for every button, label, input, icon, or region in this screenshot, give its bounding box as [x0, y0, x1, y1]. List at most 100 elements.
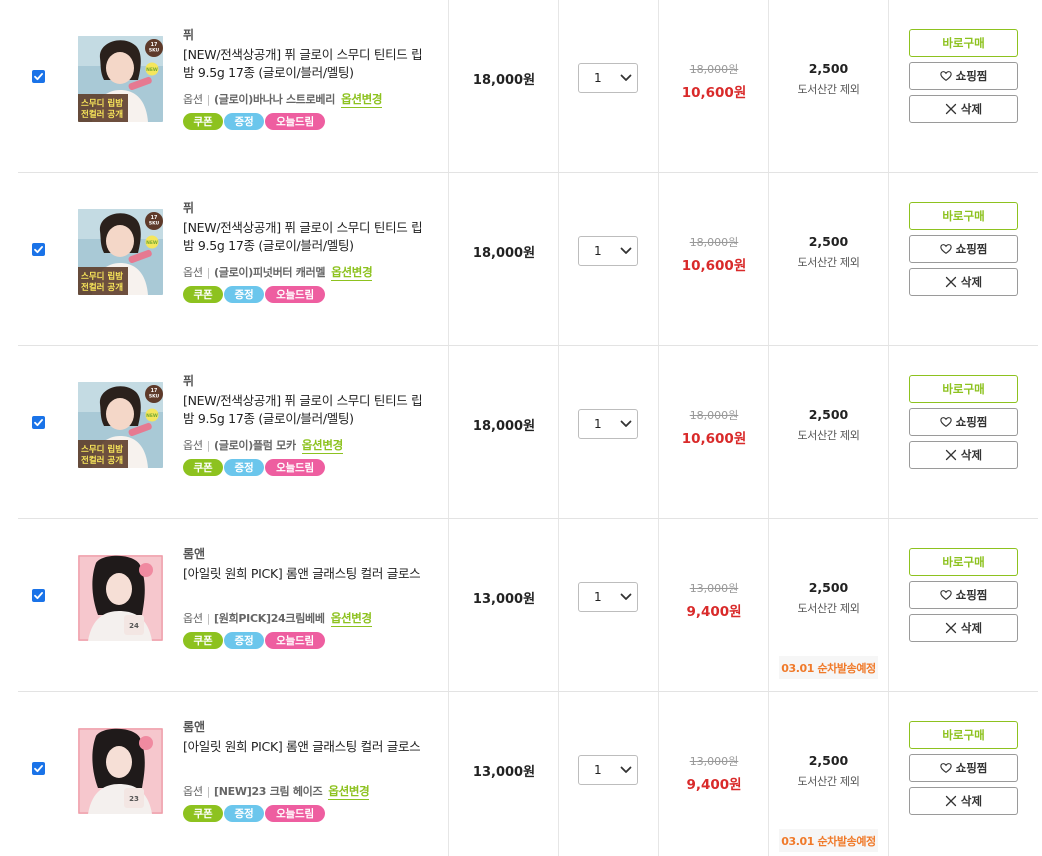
- buy-now-button[interactable]: 바로구매: [909, 721, 1018, 749]
- delete-button[interactable]: 삭제: [909, 268, 1018, 296]
- buy-now-button[interactable]: 바로구매: [909, 375, 1018, 403]
- product-name[interactable]: [아일릿 원희 PICK] 롬앤 글래스팅 컬러 글로스: [183, 565, 423, 583]
- shipping-note: 도서산간 제외: [797, 429, 860, 442]
- quantity-select[interactable]: 1: [578, 755, 638, 785]
- item-select-checkbox[interactable]: [32, 416, 45, 429]
- thumb-new-text: NEW: [146, 413, 158, 419]
- original-price: 18,000원: [689, 63, 739, 76]
- option-value: [NEW]23 크림 헤이즈: [214, 785, 323, 798]
- coupon-badge: 쿠폰: [183, 286, 223, 303]
- thumb-tag-text: 17: [151, 388, 158, 394]
- gift-badge: 증정: [224, 459, 264, 476]
- benefit-badges: 쿠폰 증정 오늘드림: [183, 632, 325, 649]
- checkmark-icon: [34, 246, 43, 254]
- wishlist-button[interactable]: 쇼핑찜: [909, 581, 1018, 609]
- chevron-down-icon: [620, 74, 632, 81]
- gift-badge: 증정: [224, 113, 264, 130]
- wishlist-button[interactable]: 쇼핑찜: [909, 408, 1018, 436]
- product-thumbnail[interactable]: 17 SKU NEW 스무디 립밤 전컬러 공개: [78, 209, 163, 295]
- quantity-select[interactable]: 1: [578, 409, 638, 439]
- quantity-select[interactable]: 1: [578, 236, 638, 266]
- final-price: 10,600원: [681, 258, 747, 274]
- wishlist-label: 쇼핑찜: [955, 69, 988, 83]
- product-thumbnail[interactable]: 17 SKU NEW 스무디 립밤 전컬러 공개: [78, 382, 163, 468]
- benefit-badges: 쿠폰 증정 오늘드림: [183, 113, 325, 130]
- item-select-checkbox[interactable]: [32, 70, 45, 83]
- thumb-new-text: NEW: [146, 67, 158, 73]
- option-value: (글로이)피넛버터 캐러멜: [214, 266, 326, 279]
- close-icon: [945, 103, 957, 115]
- brand-name[interactable]: 퓌: [183, 372, 194, 389]
- shipping-cell: 2,500 도서산간 제외: [769, 753, 888, 789]
- thumb-new-text: NEW: [146, 240, 158, 246]
- delete-button[interactable]: 삭제: [909, 441, 1018, 469]
- buy-now-button[interactable]: 바로구매: [909, 29, 1018, 57]
- item-select-checkbox[interactable]: [32, 243, 45, 256]
- sale-price-cell: 18,000원 10,600원: [659, 407, 769, 447]
- quantity-select[interactable]: 1: [578, 582, 638, 612]
- shipping-note: 도서산간 제외: [797, 602, 860, 615]
- product-thumbnail[interactable]: 23: [78, 728, 163, 814]
- brand-name[interactable]: 퓌: [183, 26, 194, 43]
- brand-name[interactable]: 롬앤: [183, 718, 205, 735]
- wishlist-label: 쇼핑찜: [955, 242, 988, 256]
- product-photo: 17 SKU NEW 스무디 립밤 전컬러 공개: [78, 36, 163, 122]
- unit-price: 18,000원: [472, 246, 536, 261]
- coupon-badge: 쿠폰: [183, 632, 223, 649]
- option-change-link[interactable]: 옵션변경: [328, 784, 370, 800]
- product-thumbnail[interactable]: 24: [78, 555, 163, 641]
- option-separator: |: [206, 266, 211, 279]
- product-name[interactable]: [NEW/전색상공개] 퓌 글로이 스무디 틴티드 립밤 9.5g 17종 (글…: [183, 46, 423, 82]
- item-select-checkbox[interactable]: [32, 589, 45, 602]
- item-select-checkbox[interactable]: [32, 762, 45, 775]
- thumb-tag-text: SKU: [149, 48, 160, 54]
- option-change-link[interactable]: 옵션변경: [341, 92, 382, 108]
- final-price: 10,600원: [681, 85, 747, 101]
- buy-now-label: 바로구매: [942, 209, 985, 223]
- shipping-fee: 2,500: [808, 61, 849, 76]
- wishlist-button[interactable]: 쇼핑찜: [909, 62, 1018, 90]
- delete-button[interactable]: 삭제: [909, 787, 1018, 815]
- option-separator: |: [206, 439, 211, 452]
- buy-now-button[interactable]: 바로구매: [909, 202, 1018, 230]
- product-name[interactable]: [NEW/전색상공개] 퓌 글로이 스무디 틴티드 립밤 9.5g 17종 (글…: [183, 392, 423, 428]
- brand-name[interactable]: 롬앤: [183, 545, 205, 562]
- delete-button[interactable]: 삭제: [909, 95, 1018, 123]
- original-price: 13,000원: [689, 582, 739, 595]
- option-change-link[interactable]: 옵션변경: [301, 438, 343, 454]
- wishlist-button[interactable]: 쇼핑찜: [909, 235, 1018, 263]
- buy-now-button[interactable]: 바로구매: [909, 548, 1018, 576]
- close-icon: [945, 622, 957, 634]
- brand-name[interactable]: 퓌: [183, 199, 194, 216]
- today-delivery-badge: 오늘드림: [265, 632, 325, 649]
- thumb-number: 23: [129, 795, 139, 803]
- delete-button[interactable]: 삭제: [909, 614, 1018, 642]
- unit-price: 18,000원: [472, 73, 536, 88]
- option-change-link[interactable]: 옵션변경: [330, 611, 372, 627]
- benefit-badges: 쿠폰 증정 오늘드림: [183, 805, 325, 822]
- delete-label: 삭제: [960, 448, 983, 462]
- option-line: 옵션 | (글로이)바나나 스트로베리 옵션변경: [183, 91, 382, 108]
- quantity-value: 1: [594, 590, 602, 604]
- benefit-badges: 쿠폰 증정 오늘드림: [183, 459, 325, 476]
- coupon-badge: 쿠폰: [183, 459, 223, 476]
- close-icon: [945, 276, 957, 288]
- product-name[interactable]: [NEW/전색상공개] 퓌 글로이 스무디 틴티드 립밤 9.5g 17종 (글…: [183, 219, 423, 255]
- quantity-select[interactable]: 1: [578, 63, 638, 93]
- option-label: 옵션: [183, 93, 203, 106]
- thumb-caption: 전컬러 공개: [81, 455, 123, 466]
- wishlist-button[interactable]: 쇼핑찜: [909, 754, 1018, 782]
- delete-label: 삭제: [960, 275, 983, 289]
- product-thumbnail[interactable]: 17 SKU NEW 스무디 립밤 전컬러 공개: [78, 36, 163, 122]
- sale-price-cell: 13,000원 9,400원: [659, 580, 769, 620]
- option-separator: |: [206, 785, 211, 798]
- chevron-down-icon: [620, 247, 632, 254]
- thumb-tag-text: 17: [151, 42, 158, 48]
- thumb-tag-text: SKU: [149, 394, 160, 400]
- option-line: 옵션 | (글로이)플럼 모카 옵션변경: [183, 437, 343, 454]
- chevron-down-icon: [620, 593, 632, 600]
- product-name[interactable]: [아일릿 원희 PICK] 롬앤 글래스팅 컬러 글로스: [183, 738, 423, 756]
- option-change-link[interactable]: 옵션변경: [331, 265, 373, 281]
- today-delivery-badge: 오늘드림: [265, 113, 325, 130]
- option-line: 옵션 | [원희PICK]24크림베베 옵션변경: [183, 610, 372, 627]
